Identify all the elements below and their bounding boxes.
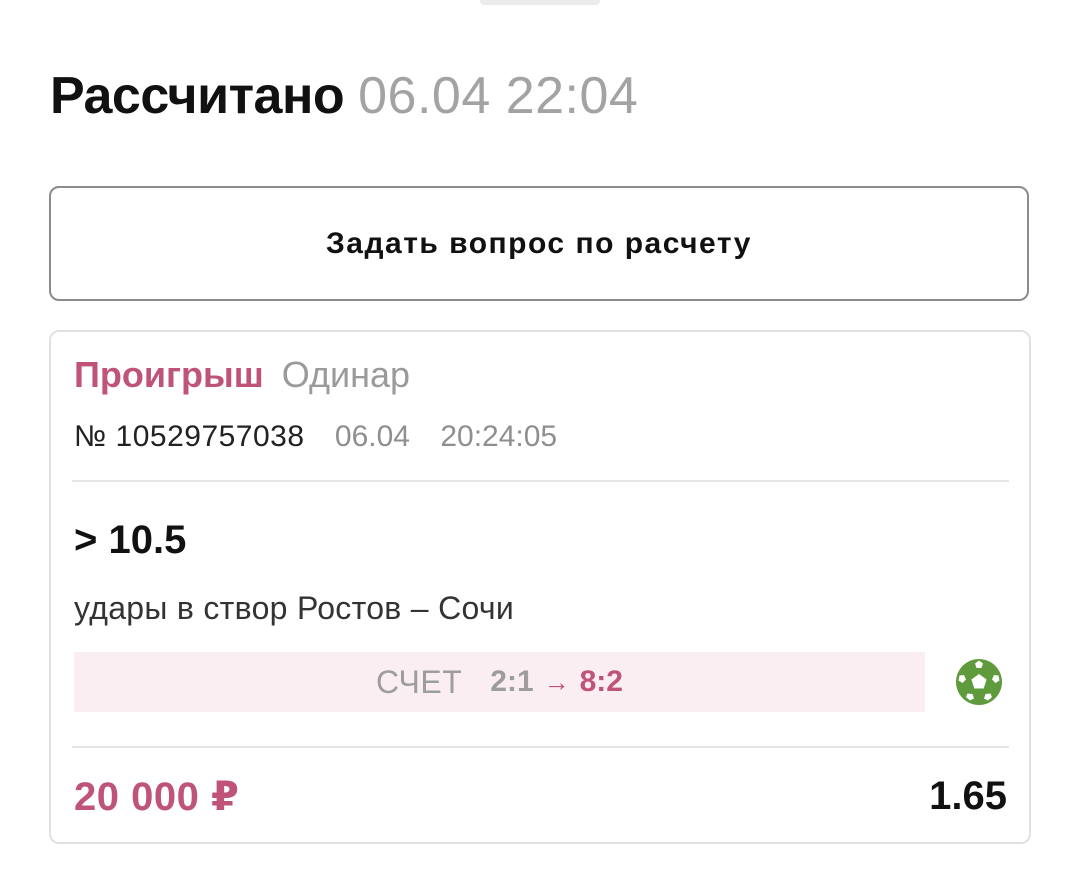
ask-about-settlement-label: Задать вопрос по расчету xyxy=(326,226,752,260)
settled-timestamp: 06.04 22:04 xyxy=(358,67,639,125)
divider xyxy=(72,746,1009,748)
page-header: Рассчитано 06.04 22:04 xyxy=(50,66,638,136)
bet-market: удары в створ Ростов – Сочи xyxy=(74,590,515,626)
bet-card: Проигрыш Одинар № 10529757038 06.04 20:2… xyxy=(49,330,1031,844)
bet-meta: № 10529757038 06.04 20:24:05 xyxy=(74,420,557,454)
bet-type: Одинар xyxy=(281,354,410,395)
bet-result: Проигрыш xyxy=(74,354,264,395)
bet-outcome: > 10.5 xyxy=(74,518,187,562)
bet-stake: 20 000 ₽ xyxy=(74,775,240,819)
ask-about-settlement-button[interactable]: Задать вопрос по расчету xyxy=(49,186,1029,301)
bet-date: 06.04 xyxy=(334,420,410,453)
bet-status: Проигрыш Одинар xyxy=(74,354,410,396)
score-final: 8:2 xyxy=(579,665,623,698)
sheet-drag-handle[interactable] xyxy=(480,0,600,5)
bet-number: № 10529757038 xyxy=(74,420,305,453)
score-initial: 2:1 xyxy=(490,665,534,698)
score-bar: СЧЕТ 2:1 → 8:2 xyxy=(74,652,925,712)
page-title: Рассчитано xyxy=(50,67,345,125)
soccer-ball-icon xyxy=(954,657,1004,707)
divider xyxy=(72,480,1009,482)
bet-time: 20:24:05 xyxy=(440,420,558,453)
score-arrow-icon: → xyxy=(543,666,570,697)
score-label: СЧЕТ xyxy=(376,663,463,700)
bet-odds: 1.65 xyxy=(929,774,1007,818)
